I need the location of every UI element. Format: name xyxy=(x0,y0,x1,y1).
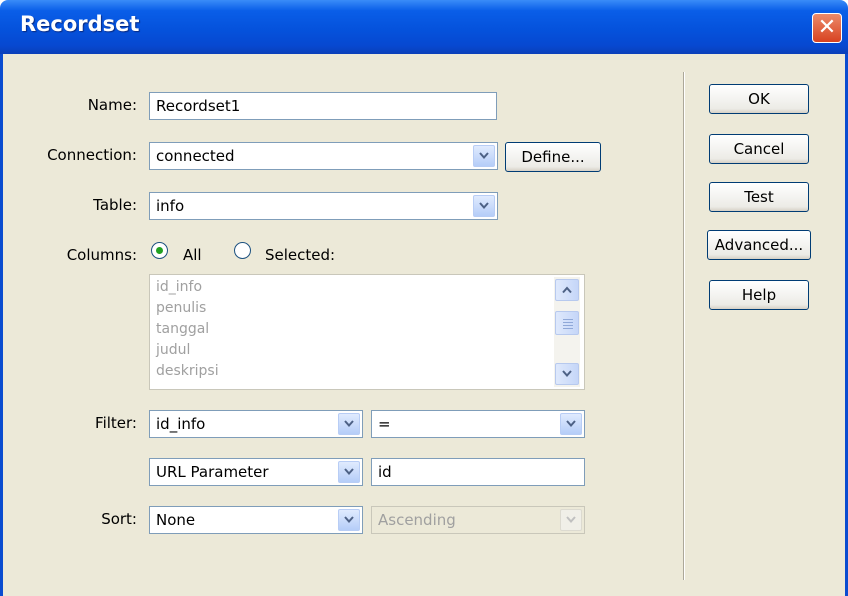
connection-value: connected xyxy=(156,147,235,165)
table-value: info xyxy=(156,197,185,215)
chevron-down-icon[interactable] xyxy=(473,145,495,167)
define-button[interactable]: Define... xyxy=(505,142,601,172)
chevron-up-icon xyxy=(562,286,572,294)
columns-scrollbar[interactable] xyxy=(554,277,580,387)
connection-label: Connection: xyxy=(47,146,137,164)
scroll-down-button[interactable] xyxy=(555,363,579,385)
columns-label: Columns: xyxy=(66,246,137,264)
filter-column-select[interactable]: id_info xyxy=(149,410,363,438)
columns-all-radio[interactable] xyxy=(151,242,168,259)
help-button[interactable]: Help xyxy=(709,280,809,310)
name-label: Name: xyxy=(87,96,137,114)
scroll-thumb[interactable] xyxy=(555,311,579,335)
filter-operator-select[interactable]: = xyxy=(371,410,585,438)
filter-label: Filter: xyxy=(95,414,137,432)
sort-column-value: None xyxy=(156,511,196,529)
chevron-down-icon xyxy=(560,509,582,531)
scroll-up-button[interactable] xyxy=(555,279,579,301)
table-select[interactable]: info xyxy=(149,192,498,220)
title-bar[interactable]: Recordset ✕ xyxy=(0,0,848,54)
connection-select[interactable]: connected xyxy=(149,142,498,170)
chevron-down-icon[interactable] xyxy=(338,413,360,435)
dialog-body: Name: Recordset1 Connection: connected D… xyxy=(0,54,848,596)
test-button[interactable]: Test xyxy=(709,182,809,212)
columns-selected-radio[interactable] xyxy=(234,242,251,259)
columns-all-label: All xyxy=(183,246,202,264)
table-label: Table: xyxy=(93,196,137,214)
chevron-down-icon[interactable] xyxy=(560,413,582,435)
chevron-down-icon xyxy=(562,370,572,378)
radio-checked-icon xyxy=(156,247,163,254)
filter-source-value: URL Parameter xyxy=(156,463,269,481)
list-item: penulis xyxy=(156,300,207,316)
filter-value-input[interactable]: id xyxy=(371,458,585,486)
sort-label: Sort: xyxy=(101,510,137,528)
sort-order-value: Ascending xyxy=(378,511,456,529)
dialog-title: Recordset xyxy=(20,12,140,36)
list-item: deskripsi xyxy=(156,363,219,379)
chevron-down-icon[interactable] xyxy=(473,195,495,217)
close-icon: ✕ xyxy=(817,15,837,40)
columns-listbox[interactable]: id_info penulis tanggal judul deskripsi xyxy=(149,274,585,390)
list-item: id_info xyxy=(156,279,203,295)
ok-button[interactable]: OK xyxy=(709,84,809,114)
columns-selected-label: Selected: xyxy=(265,246,336,264)
cancel-button[interactable]: Cancel xyxy=(709,134,809,164)
chevron-down-icon[interactable] xyxy=(338,461,360,483)
filter-operator-value: = xyxy=(378,415,391,433)
chevron-down-icon[interactable] xyxy=(338,509,360,531)
sort-column-select[interactable]: None xyxy=(149,506,363,534)
list-item: tanggal xyxy=(156,321,210,337)
filter-column-value: id_info xyxy=(156,415,206,433)
filter-source-select[interactable]: URL Parameter xyxy=(149,458,363,486)
close-button[interactable]: ✕ xyxy=(812,13,842,43)
name-input[interactable]: Recordset1 xyxy=(149,92,497,120)
vertical-separator xyxy=(683,72,685,580)
sort-order-select: Ascending xyxy=(371,506,585,534)
list-item: judul xyxy=(156,342,191,358)
recordset-dialog: Recordset ✕ Name: Recordset1 Connection:… xyxy=(0,0,848,596)
advanced-button[interactable]: Advanced... xyxy=(707,230,811,260)
